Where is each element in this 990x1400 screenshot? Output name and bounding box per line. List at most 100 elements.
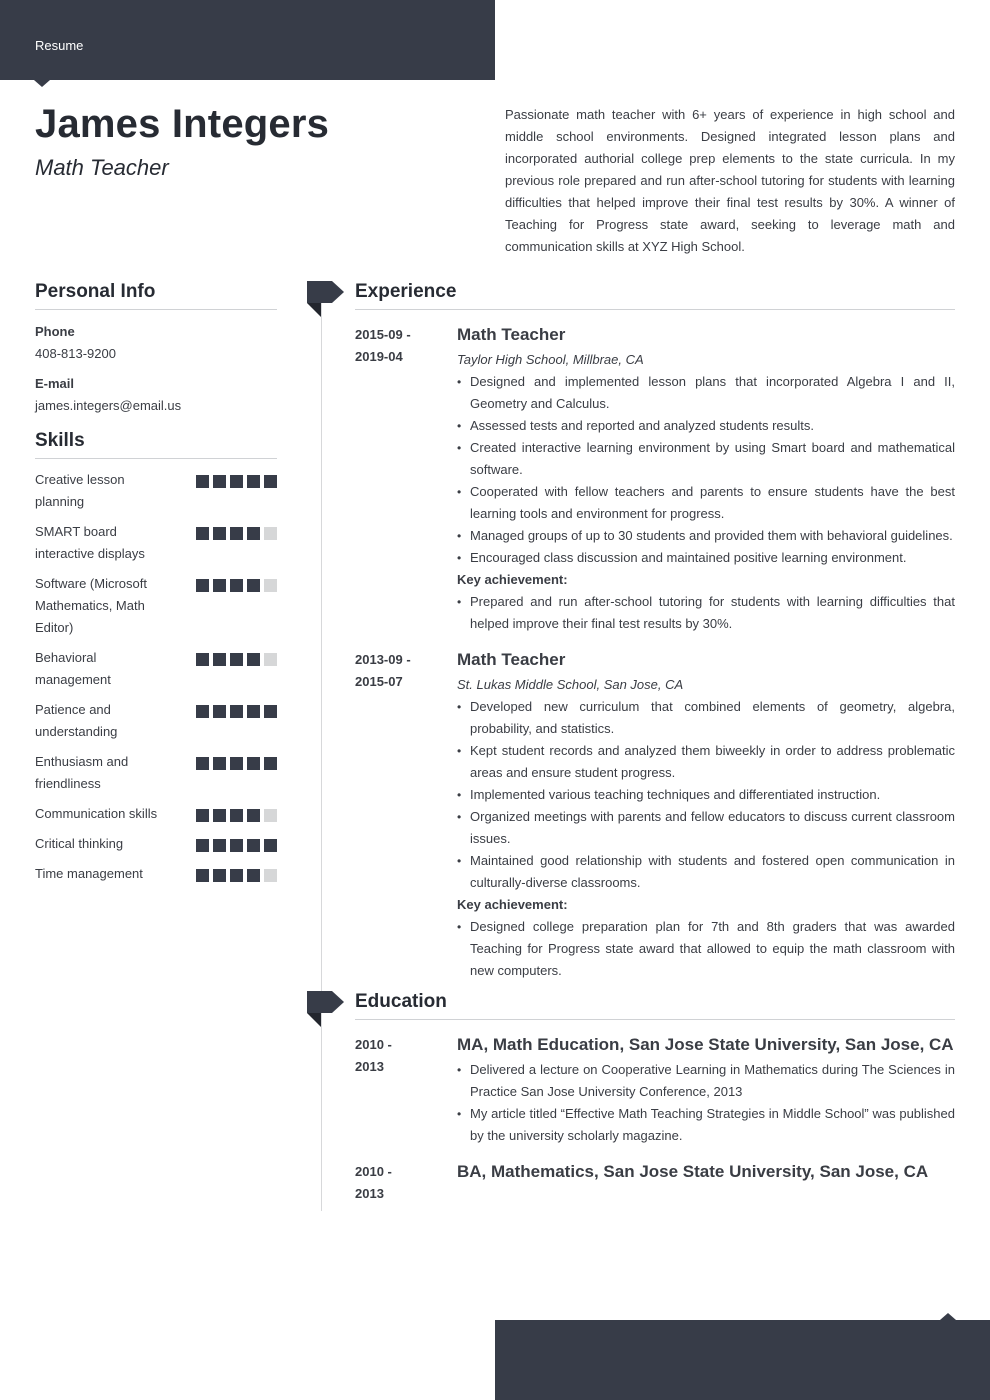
rating-square-empty [264, 809, 277, 822]
candidate-role: Math Teacher [35, 155, 169, 180]
rating-square-filled [247, 757, 260, 770]
key-achievement-label: Key achievement: [457, 897, 568, 912]
skill-item: Patience and understanding [35, 699, 277, 743]
entry-date: 2010 - 2013 [355, 1034, 457, 1147]
rating-square-filled [213, 809, 226, 822]
rating-square-filled [247, 475, 260, 488]
rating-square-filled [230, 579, 243, 592]
rating-square-filled [213, 475, 226, 488]
skill-item: Creative lesson planning [35, 469, 277, 513]
rating-square-filled [213, 653, 226, 666]
bullet-item: Kept student records and analyzed them b… [457, 740, 955, 784]
entry-date: 2010 - 2013 [355, 1161, 457, 1205]
rating-square-empty [264, 869, 277, 882]
bullet-item: My article titled “Effective Math Teachi… [457, 1103, 955, 1147]
bullet-item: Managed groups of up to 30 students and … [457, 525, 955, 547]
education-section: Education 2010 - 2013 MA, Math Education, … [355, 991, 955, 1205]
skills-list: Creative lesson planning SMART board inte… [35, 469, 277, 885]
skill-rating [196, 839, 277, 852]
bullet-item: Delivered a lecture on Cooperative Learn… [457, 1059, 955, 1103]
skill-item: Critical thinking [35, 833, 277, 855]
rating-square-filled [247, 579, 260, 592]
skill-rating [196, 869, 277, 882]
rating-square-empty [264, 653, 277, 666]
date-start: 2015-09 - [355, 327, 411, 342]
skill-item: Behavioral management [35, 647, 277, 691]
rating-square-filled [196, 653, 209, 666]
profile-summary: Passionate math teacher with 6+ years of… [505, 107, 955, 254]
phone-label: Phone [35, 324, 75, 339]
phone-value: 408-813-9200 [35, 346, 116, 361]
skill-rating [196, 705, 277, 718]
rating-square-filled [213, 579, 226, 592]
skill-rating [196, 757, 277, 770]
responsibilities-list: Developed new curriculum that combined e… [457, 696, 955, 894]
rating-square-filled [230, 653, 243, 666]
date-end: 2013 [355, 1059, 384, 1074]
bullet-item: Encouraged class discussion and maintain… [457, 547, 955, 569]
experience-list: 2015-09 - 2019-04 Math Teacher Taylor High … [355, 324, 955, 982]
skill-name: Patience and understanding [35, 702, 118, 739]
education-list: 2010 - 2013 MA, Math Education, San Jose S… [355, 1034, 955, 1205]
rating-square-filled [247, 527, 260, 540]
footer-bar [495, 1313, 990, 1400]
bullet-item: Developed new curriculum that combined e… [457, 696, 955, 740]
experience-entry: 2013-09 - 2015-07 Math Teacher St. Lukas Mi… [355, 649, 955, 982]
bullet-item: Maintained good relationship with studen… [457, 850, 955, 894]
header-bar: Resume [0, 0, 495, 87]
skill-name: Behavioral management [35, 650, 111, 687]
responsibilities-list: Designed and implemented lesson plans th… [457, 371, 955, 569]
experience-flag-icon [307, 281, 344, 318]
rating-square-filled [196, 579, 209, 592]
entry-date: 2015-09 - 2019-04 [355, 324, 457, 635]
left-column: Personal Info Phone 408-813-9200 E-mail … [35, 281, 277, 893]
rating-square-filled [247, 839, 260, 852]
skill-rating [196, 475, 277, 488]
skill-rating [196, 809, 277, 822]
rating-square-filled [230, 475, 243, 488]
rating-square-filled [247, 809, 260, 822]
skill-item: Time management [35, 863, 277, 885]
rating-square-filled [247, 705, 260, 718]
entry-title: MA, Math Education, San Jose State Unive… [457, 1035, 954, 1054]
experience-section: Experience 2015-09 - 2019-04 Math Teacher T… [355, 281, 955, 982]
rating-square-filled [230, 869, 243, 882]
skill-item: SMART board interactive displays [35, 521, 277, 565]
rating-square-filled [264, 757, 277, 770]
entry-body: BA, Mathematics, San Jose State Universi… [457, 1161, 955, 1205]
rating-square-filled [213, 839, 226, 852]
rating-square-filled [247, 653, 260, 666]
rating-square-filled [230, 705, 243, 718]
rating-square-filled [196, 869, 209, 882]
rating-square-filled [230, 527, 243, 540]
experience-entry: 2015-09 - 2019-04 Math Teacher Taylor High … [355, 324, 955, 635]
bullet-item: Implemented various teaching techniques … [457, 784, 955, 806]
achievement-item: Prepared and run after-school tutoring f… [457, 591, 955, 635]
rating-square-filled [196, 475, 209, 488]
date-end: 2013 [355, 1186, 384, 1201]
rating-square-filled [230, 757, 243, 770]
education-entry: 2010 - 2013 BA, Mathematics, San Jose Stat… [355, 1161, 955, 1205]
bullet-item: Organized meetings with parents and fell… [457, 806, 955, 850]
entry-body: MA, Math Education, San Jose State Unive… [457, 1034, 955, 1147]
skill-item: Enthusiasm and friendliness [35, 751, 277, 795]
entry-title: Math Teacher [457, 325, 566, 344]
rating-square-empty [264, 527, 277, 540]
rating-square-filled [196, 809, 209, 822]
document-label: Resume [35, 38, 84, 53]
date-end: 2015-07 [355, 674, 403, 689]
rating-square-filled [230, 809, 243, 822]
skill-name: Enthusiasm and friendliness [35, 754, 129, 791]
bullet-item: Created interactive learning environment… [457, 437, 955, 481]
personal-info-heading: Personal Info [35, 281, 277, 310]
header-notch [34, 80, 50, 87]
rating-square-filled [196, 839, 209, 852]
timeline-line [321, 303, 322, 1211]
skill-name: Communication skills [35, 806, 158, 821]
achievement-item: Designed college preparation plan for 7t… [457, 916, 955, 982]
education-flag-icon [307, 991, 344, 1028]
bullet-item: Assessed tests and reported and analyzed… [457, 415, 955, 437]
skill-name: Critical thinking [35, 836, 124, 851]
rating-square-filled [213, 869, 226, 882]
entry-body: Math Teacher St. Lukas Middle School, San… [457, 649, 955, 982]
